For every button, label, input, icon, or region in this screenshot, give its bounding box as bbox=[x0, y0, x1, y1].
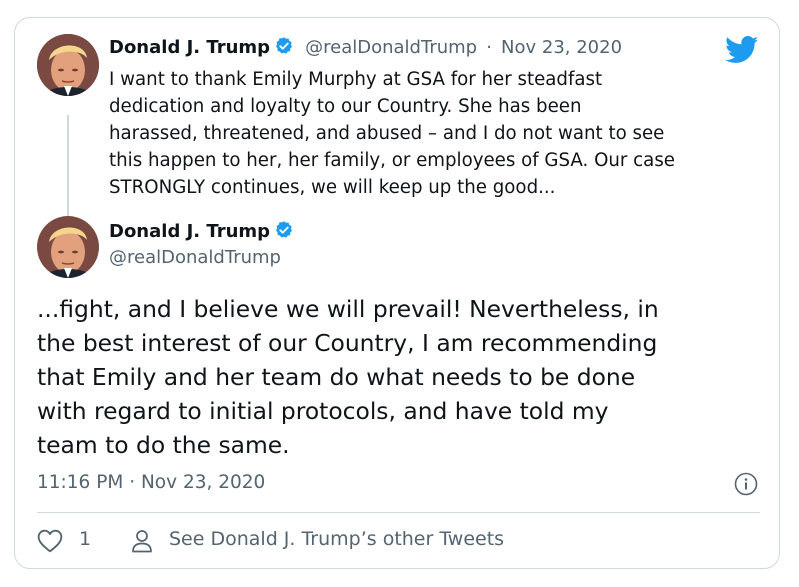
quoted-author-handle[interactable]: @realDonaldTrump bbox=[305, 37, 477, 58]
main-author-name-row: Donald J. Trump bbox=[109, 220, 294, 242]
thread-connector-line bbox=[67, 115, 69, 227]
person-icon bbox=[131, 529, 153, 553]
main-tweet-text: ...fight, and I believe we will prevail!… bbox=[37, 295, 659, 459]
like-button[interactable]: 1 bbox=[37, 528, 107, 556]
main-tweet-timestamp[interactable]: 11:16 PM · Nov 23, 2020 bbox=[37, 472, 265, 493]
footer-divider bbox=[37, 512, 760, 513]
quoted-tweet-date[interactable]: Nov 23, 2020 bbox=[501, 37, 622, 58]
main-author-avatar[interactable] bbox=[37, 216, 99, 278]
verified-badge-icon bbox=[274, 36, 294, 56]
heart-icon bbox=[37, 529, 63, 553]
quoted-tweet-header: Donald J. Trump @realDonaldTrump · Nov 2… bbox=[109, 36, 622, 58]
main-author-name[interactable]: Donald J. Trump bbox=[109, 221, 270, 242]
verified-badge-icon bbox=[274, 220, 294, 240]
like-count: 1 bbox=[79, 528, 92, 550]
quoted-author-avatar[interactable] bbox=[37, 34, 99, 96]
quoted-meta-separator: · bbox=[486, 37, 492, 58]
info-icon[interactable] bbox=[734, 472, 758, 496]
quoted-author-name[interactable]: Donald J. Trump bbox=[109, 37, 270, 58]
see-other-tweets-link[interactable]: See Donald J. Trump’s other Tweets bbox=[131, 528, 551, 556]
tweet-embed-card: Donald J. Trump @realDonaldTrump · Nov 2… bbox=[14, 17, 780, 569]
twitter-bird-icon[interactable] bbox=[725, 36, 759, 64]
see-other-tweets-label: See Donald J. Trump’s other Tweets bbox=[169, 528, 505, 550]
main-author-handle[interactable]: @realDonaldTrump bbox=[109, 247, 281, 268]
quoted-tweet-text: I want to thank Emily Murphy at GSA for … bbox=[109, 69, 675, 198]
